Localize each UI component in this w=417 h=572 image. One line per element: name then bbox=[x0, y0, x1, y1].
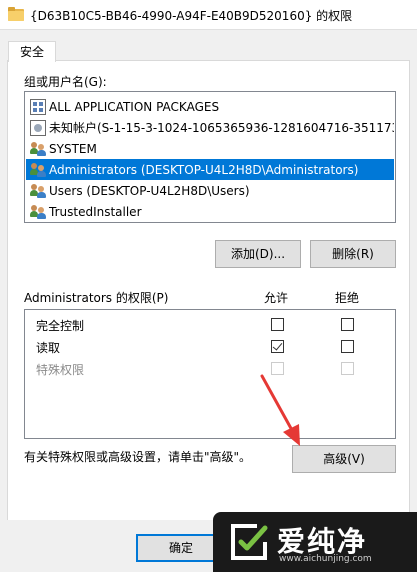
group-icon bbox=[30, 183, 46, 199]
watermark-logo-icon bbox=[231, 524, 268, 560]
add-button[interactable]: 添加(D)... bbox=[215, 240, 301, 268]
list-item-label: Administrators (DESKTOP-U4L2H8D\Administ… bbox=[49, 162, 359, 177]
deny-full-control-checkbox[interactable] bbox=[341, 318, 354, 331]
title-bar: {D63B10C5-BB46-4990-A94F-E40B9D520160} 的… bbox=[0, 0, 417, 30]
folder-icon bbox=[8, 7, 24, 21]
list-item[interactable]: Users (DESKTOP-U4L2H8D\Users) bbox=[26, 180, 394, 201]
list-item[interactable]: TrustedInstaller bbox=[26, 201, 394, 222]
group-icon bbox=[30, 141, 46, 157]
unknown-account-icon bbox=[30, 119, 46, 136]
tab-bar: 安全 bbox=[0, 31, 417, 62]
remove-button[interactable]: 删除(R) bbox=[310, 240, 396, 268]
users-list-label: 组或用户名(G): bbox=[24, 75, 107, 89]
permissions-table: 完全控制 读取 特殊权限 bbox=[24, 309, 396, 439]
security-panel: 组或用户名(G): ALL APPLICATION PACKAGES 未知帐户(… bbox=[7, 60, 410, 572]
deny-header: 拒绝 bbox=[335, 291, 360, 305]
permission-name: 读取 bbox=[36, 341, 61, 355]
list-item[interactable]: SYSTEM bbox=[26, 138, 394, 159]
users-list[interactable]: ALL APPLICATION PACKAGES 未知帐户(S-1-15-3-1… bbox=[24, 91, 396, 223]
list-item-selected[interactable]: Administrators (DESKTOP-U4L2H8D\Administ… bbox=[26, 159, 394, 180]
permission-name: 特殊权限 bbox=[36, 363, 85, 377]
deny-special-checkbox bbox=[341, 362, 354, 375]
window-title: {D63B10C5-BB46-4990-A94F-E40B9D520160} 的… bbox=[30, 9, 353, 23]
list-item-label: SYSTEM bbox=[49, 141, 97, 156]
package-icon bbox=[30, 98, 46, 115]
advanced-button[interactable]: 高级(V) bbox=[292, 445, 396, 473]
watermark-url: www.aichunjing.com bbox=[279, 554, 372, 564]
deny-read-checkbox[interactable] bbox=[341, 340, 354, 353]
permission-row: 完全控制 bbox=[25, 314, 395, 336]
list-item-label: Users (DESKTOP-U4L2H8D\Users) bbox=[49, 183, 250, 198]
allow-special-checkbox bbox=[271, 362, 284, 375]
watermark: 爱纯净 www.aichunjing.com bbox=[213, 512, 417, 572]
group-icon bbox=[30, 162, 46, 178]
list-item-label: TrustedInstaller bbox=[49, 204, 142, 219]
allow-read-checkbox[interactable] bbox=[271, 340, 284, 353]
tab-security[interactable]: 安全 bbox=[8, 41, 56, 62]
list-item-label: 未知帐户(S-1-15-3-1024-1065365936-1281604716… bbox=[49, 121, 394, 135]
permission-name: 完全控制 bbox=[36, 319, 85, 333]
allow-header: 允许 bbox=[264, 291, 289, 305]
permission-row: 读取 bbox=[25, 336, 395, 358]
advanced-note: 有关特殊权限或高级设置，请单击"高级"。 bbox=[24, 450, 252, 464]
allow-full-control-checkbox[interactable] bbox=[271, 318, 284, 331]
permissions-label: Administrators 的权限(P) bbox=[24, 291, 169, 305]
group-icon bbox=[30, 204, 46, 220]
list-item[interactable]: 未知帐户(S-1-15-3-1024-1065365936-1281604716… bbox=[26, 117, 394, 138]
list-item[interactable]: ALL APPLICATION PACKAGES bbox=[26, 96, 394, 117]
list-item-label: ALL APPLICATION PACKAGES bbox=[49, 99, 220, 114]
permission-row: 特殊权限 bbox=[25, 358, 395, 380]
